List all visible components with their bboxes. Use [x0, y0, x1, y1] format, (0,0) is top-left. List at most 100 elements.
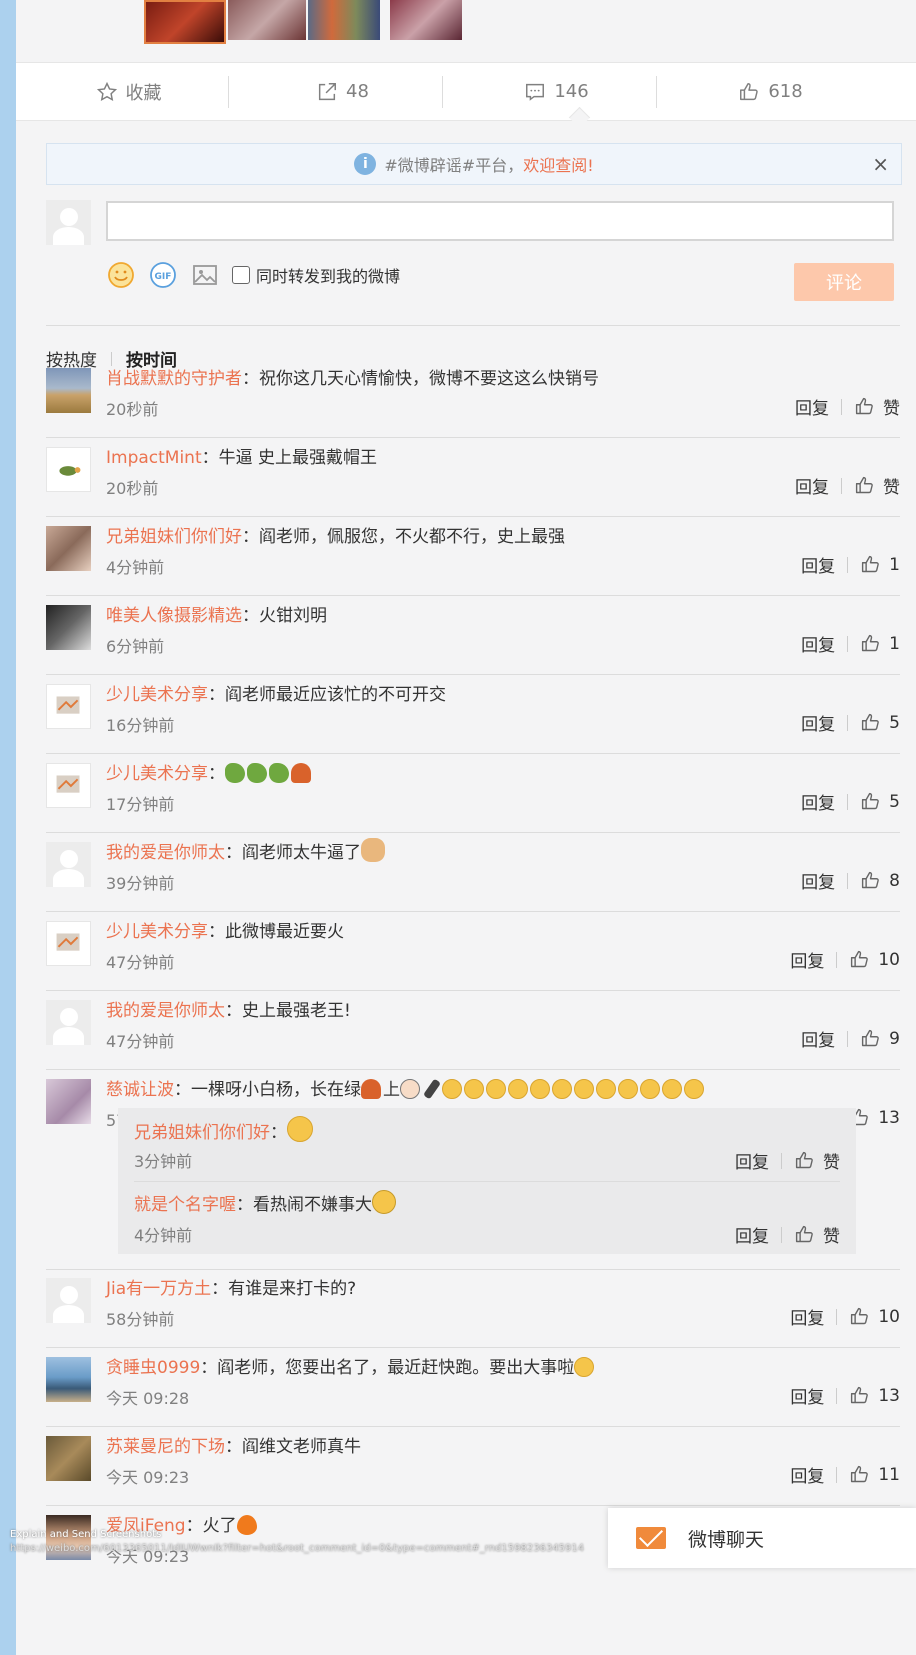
comment-like-button[interactable]: 9 [860, 1028, 900, 1049]
comment-like-button[interactable]: 5 [860, 791, 900, 812]
reply-button[interactable]: 回复 [801, 789, 835, 814]
reply-button[interactable]: 回复 [790, 1304, 824, 1329]
reply-button[interactable]: 回复 [790, 1462, 824, 1487]
comment-like-button[interactable]: 赞 [854, 394, 900, 419]
reply-username[interactable]: 兄弟姐妹们你们好 [134, 1123, 270, 1143]
like-count: 618 [768, 81, 803, 102]
action-divider [847, 635, 849, 652]
weibo-chat-button[interactable]: 微博聊天 [608, 1508, 916, 1568]
comment-like-count: 8 [889, 870, 900, 891]
comment-like-button[interactable]: 8 [860, 870, 900, 891]
notice-link[interactable]: 欢迎查阅! [523, 152, 593, 176]
comment-like-count: 赞 [883, 478, 900, 498]
reply-button[interactable]: 回复 [790, 1383, 824, 1408]
reply-button[interactable]: 回复 [801, 552, 835, 577]
comment-time: 16分钟前 [106, 716, 175, 735]
avatar[interactable] [46, 526, 91, 571]
comment-username[interactable]: 少儿美术分享 [106, 922, 208, 942]
thumbnail-1[interactable] [144, 0, 226, 44]
like-button[interactable]: 618 [658, 63, 883, 120]
submit-comment-button[interactable]: 评论 [794, 263, 894, 301]
reply-button[interactable]: 回复 [795, 394, 829, 419]
comment-username[interactable]: Jia有一万方土 [106, 1279, 211, 1299]
avatar[interactable] [46, 368, 91, 413]
reply-button[interactable]: 回复 [801, 868, 835, 893]
avatar[interactable] [46, 763, 91, 808]
forward-checkbox[interactable]: 同时转发到我的微博 [232, 263, 400, 287]
comment-like-button[interactable]: 5 [860, 712, 900, 733]
reply-body: ： [270, 1123, 287, 1143]
reply-button[interactable]: 回复 [790, 947, 824, 972]
comment-time: 20秒前 [106, 400, 159, 419]
comment-username[interactable]: 贪睡虫0999 [106, 1358, 200, 1378]
comment-like-button[interactable]: 1 [860, 633, 900, 654]
gif-button[interactable]: GIF [148, 260, 178, 290]
thumbnail-3[interactable] [308, 0, 380, 40]
reply-button[interactable]: 回复 [735, 1148, 769, 1173]
comment-like-button[interactable]: 11 [849, 1464, 900, 1485]
comment-username[interactable]: 兄弟姐妹们你们好 [106, 527, 242, 547]
thumbnail-4[interactable] [390, 0, 462, 40]
comment-text: 肖战默默的守护者：祝你这几天心情愉快，微博不要这这么快销号 [106, 364, 599, 389]
comment-body: ：阎老师太牛逼了 [225, 843, 361, 863]
comment-username[interactable]: 我的爱是你师太 [106, 843, 225, 863]
avatar[interactable] [46, 1278, 91, 1323]
laughing-emoji-icon [574, 1357, 595, 1377]
avatar[interactable] [46, 1000, 91, 1045]
reply-button[interactable]: 回复 [735, 1222, 769, 1247]
reply-like-button[interactable]: 赞 [794, 1148, 840, 1173]
thumbs-up-icon [740, 82, 759, 100]
avatar[interactable] [46, 605, 91, 650]
comment-like-button[interactable]: 13 [849, 1385, 900, 1406]
reply-button[interactable]: 回复 [801, 1026, 835, 1051]
favorite-label: 收藏 [125, 82, 162, 104]
avatar[interactable] [46, 842, 91, 887]
avatar[interactable] [46, 684, 91, 729]
post-action-bar: 收藏 48 146 618 [16, 62, 916, 121]
laughing-emoji-icon [287, 1116, 313, 1142]
comment-like-button[interactable]: 赞 [854, 473, 900, 498]
comment-input[interactable] [106, 201, 894, 241]
comment-username[interactable]: 我的爱是你师太 [106, 1001, 225, 1021]
emoji-button[interactable] [106, 260, 136, 290]
favorite-button[interactable]: 收藏 [16, 63, 241, 120]
comment-button[interactable]: 146 [444, 63, 669, 120]
image-button[interactable] [190, 260, 220, 290]
comment-like-button[interactable]: 13 [849, 1107, 900, 1128]
comment-username[interactable]: 慈诚让波 [106, 1080, 174, 1100]
turtle-logo-icon [59, 466, 81, 476]
laughing-emoji-icon [486, 1079, 506, 1099]
checkbox-box[interactable] [232, 266, 250, 284]
comment-like-button[interactable]: 1 [860, 554, 900, 575]
reply-username[interactable]: 就是个名字喔 [134, 1195, 236, 1215]
frog-emoji-icon [247, 763, 267, 783]
reply-button[interactable]: 回复 [801, 710, 835, 735]
thumbnail-2[interactable] [228, 0, 306, 40]
avatar[interactable] [46, 447, 91, 492]
comment-username[interactable]: 少儿美术分享 [106, 685, 208, 705]
avatar[interactable] [46, 1079, 91, 1124]
laughing-emoji-icon [574, 1079, 594, 1099]
comment-like-button[interactable]: 10 [849, 1306, 900, 1327]
avatar[interactable] [46, 921, 91, 966]
action-divider [841, 398, 842, 415]
comment-text: 唯美人像摄影精选：火钳刘明 [106, 601, 327, 626]
reply-like-button[interactable]: 赞 [794, 1222, 840, 1247]
comment-text: 贪睡虫0999：阎老师，您要出名了，最近赶快跑。要出大事啦 [106, 1353, 596, 1378]
reply-button[interactable]: 回复 [795, 473, 829, 498]
comment-username[interactable]: ImpactMint [106, 448, 202, 468]
comment-like-button[interactable]: 10 [849, 949, 900, 970]
comment-text: 苏莱曼尼的下场：阎维文老师真牛 [106, 1432, 361, 1457]
comment-body: ：祝你这几天心情愉快，微博不要这这么快销号 [242, 369, 599, 389]
comment-username[interactable]: 少儿美术分享 [106, 764, 208, 784]
comment-actions: 回复 赞 [795, 394, 900, 419]
close-icon[interactable]: × [872, 152, 889, 176]
comment-username[interactable]: 唯美人像摄影精选 [106, 606, 242, 626]
comment-username[interactable]: 苏莱曼尼的下场 [106, 1437, 225, 1457]
comment-username[interactable]: 肖战默默的守护者 [106, 369, 242, 389]
repost-button[interactable]: 48 [230, 63, 455, 120]
avatar[interactable] [46, 1357, 91, 1402]
reply-button[interactable]: 回复 [801, 631, 835, 656]
action-divider [836, 1466, 838, 1483]
avatar[interactable] [46, 1436, 91, 1481]
